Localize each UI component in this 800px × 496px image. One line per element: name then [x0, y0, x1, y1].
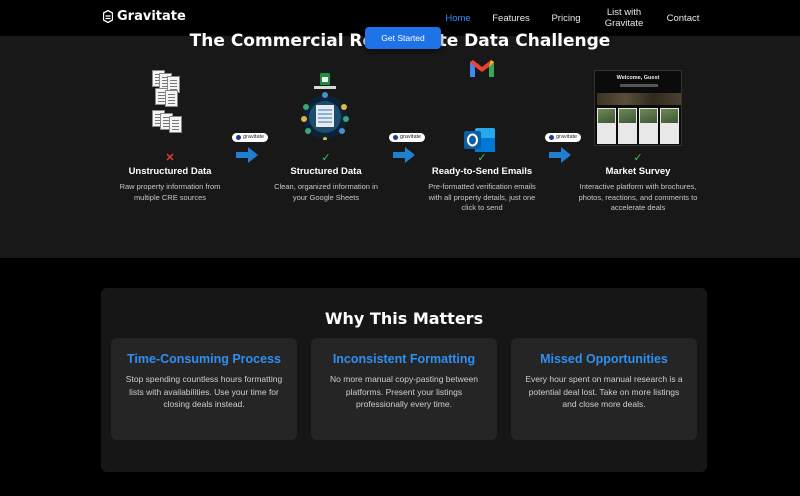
- step-structured-data: ✓ Structured Data Clean, organized infor…: [266, 152, 386, 203]
- step-title: Structured Data: [290, 166, 362, 177]
- step-description: Pre-formatted verification emails with a…: [428, 182, 536, 212]
- check-icon: ✓: [477, 152, 487, 164]
- why-card-text: Stop spending countless hours formatting…: [125, 374, 283, 409]
- why-card-time-consuming: Time-Consuming Process Stop spending cou…: [111, 338, 297, 440]
- step-ready-to-send-emails: ✓ Ready-to-Send Emails Pre-formatted ver…: [422, 152, 542, 214]
- step-title: Market Survey: [605, 166, 671, 177]
- nav-list-with-gravitate[interactable]: List with Gravitate: [603, 7, 645, 29]
- gmail-icon: [470, 60, 494, 77]
- gravitate-logo-icon: [103, 10, 113, 23]
- brand-name: Gravitate: [117, 9, 186, 24]
- why-card-text: Every hour spent on manual research is a…: [525, 374, 683, 409]
- hero-section: Gravitate Home Features Pricing List wit…: [0, 0, 800, 258]
- check-icon: ✓: [633, 152, 643, 164]
- survey-preview-title: Welcome, Guest: [616, 75, 660, 81]
- why-card-title: Inconsistent Formatting: [332, 352, 476, 366]
- get-started-button[interactable]: Get Started: [365, 27, 441, 49]
- why-title: Why This Matters: [324, 309, 484, 328]
- why-this-matters-panel: Why This Matters Time-Consuming Process …: [101, 288, 707, 472]
- nav-home[interactable]: Home: [444, 13, 472, 24]
- step-title: Unstructured Data: [128, 166, 212, 177]
- why-card-inconsistent-formatting: Inconsistent Formatting No more manual c…: [311, 338, 497, 440]
- market-survey-preview: Welcome, Guest: [594, 70, 682, 146]
- arrow-right-icon: [236, 147, 258, 163]
- gravitate-badge: gravitate: [232, 133, 269, 142]
- gravitate-badge: gravitate: [389, 133, 426, 142]
- why-card-title: Missed Opportunities: [540, 352, 668, 366]
- nav-pricing[interactable]: Pricing: [549, 13, 583, 24]
- why-card-text: No more manual copy-pasting between plat…: [330, 374, 478, 409]
- arrow-right-icon: [549, 147, 571, 163]
- step-market-survey: ✓ Market Survey Interactive platform wit…: [578, 152, 698, 214]
- brand-logo[interactable]: Gravitate: [103, 9, 186, 24]
- step-description: Clean, organized information in your Goo…: [274, 182, 378, 202]
- google-sheets-icon: [301, 73, 349, 140]
- arrow-right-icon: [393, 147, 415, 163]
- step-unstructured-data: ✕ Unstructured Data Raw property informa…: [110, 152, 230, 203]
- step-title: Ready-to-Send Emails: [431, 166, 533, 177]
- outlook-icon: [464, 128, 495, 152]
- nav-features[interactable]: Features: [492, 13, 530, 24]
- step-description: Raw property information from multiple C…: [119, 182, 221, 202]
- document-stack-icon: [152, 70, 188, 144]
- why-card-title: Time-Consuming Process: [127, 352, 281, 366]
- check-icon: ✓: [321, 152, 331, 164]
- gravitate-badge: gravitate: [545, 133, 582, 142]
- nav-contact[interactable]: Contact: [664, 13, 702, 24]
- why-card-missed-opportunities: Missed Opportunities Every hour spent on…: [511, 338, 697, 440]
- cross-icon: ✕: [165, 152, 175, 164]
- step-description: Interactive platform with brochures, pho…: [578, 182, 698, 212]
